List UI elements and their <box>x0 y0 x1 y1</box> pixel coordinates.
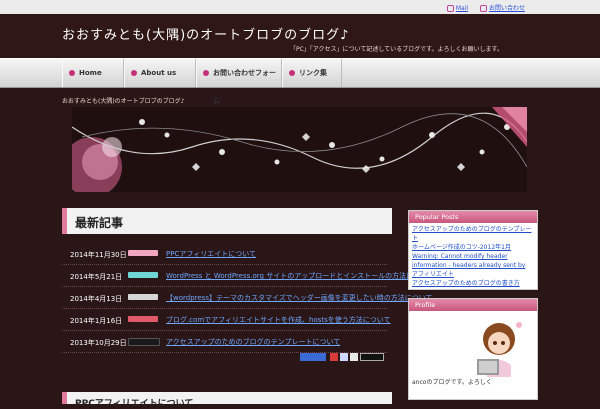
mail-icon <box>446 5 454 12</box>
post-thumbnail <box>128 338 160 346</box>
popular-post-link[interactable]: アクセスアップのためのブログのテンプレート <box>412 225 534 243</box>
site-title[interactable]: おおすみとも(大隅)のオートブロブのブログ♪ <box>62 24 349 43</box>
popular-post-link[interactable]: Warning: Cannot modify header <box>412 252 534 261</box>
site-description: 「PC」「アクセス」について記述しているブログです。よろしくお願いします。 <box>290 46 503 53</box>
mail-link[interactable]: Mail <box>446 5 468 12</box>
post-thumbnail <box>128 316 158 322</box>
site-header: おおすみとも(大隅)のオートブロブのブログ♪ 「PC」「アクセス」について記述し… <box>0 14 600 58</box>
nav-contact[interactable]: お問い合わせフォーム <box>196 59 282 105</box>
share-icon[interactable] <box>330 353 338 361</box>
nav-bullet-icon <box>203 70 209 76</box>
post-thumbnail <box>128 294 158 300</box>
breadcrumb: おおすみとも(大隅)のオートブロブのブログ♪ <box>62 98 185 105</box>
contact-link[interactable]: お問い合わせ <box>479 5 525 12</box>
popular-posts-widget: Popular Posts アクセスアップのためのブログのテンプレート ホームペ… <box>408 210 538 290</box>
popular-post-link[interactable]: アクセスアップのためのブログの書き方 <box>412 279 534 288</box>
hatena-bookmark-icon[interactable] <box>300 353 326 361</box>
flower-decoration-icon <box>72 107 527 192</box>
main-nav: Home About us お問い合わせフォーム リンク集 <box>0 58 600 105</box>
profile-widget: Profile ancoのブログです。よろしく <box>408 298 538 400</box>
post-thumbnail <box>128 272 158 278</box>
rss-icon[interactable] <box>350 353 358 361</box>
nav-about[interactable]: About us <box>124 59 196 87</box>
post-row[interactable]: 2014年5月21日 WordPress と WordPress.org サイト… <box>62 265 434 287</box>
top-bar: Mail お問い合わせ <box>0 0 600 15</box>
popular-post-link[interactable]: information - headers already sent by <box>412 261 534 270</box>
nav-links[interactable]: リンク集 <box>282 59 342 87</box>
post-thumbnail <box>128 250 158 256</box>
post-row[interactable]: 2014年11月30日 PPCアフィリエイトについて <box>62 243 387 265</box>
widget-title: Profile <box>409 299 537 311</box>
post-row[interactable]: 2014年4月13日 【wordpress】テーマのカスタマイズでヘッダー画像を… <box>62 287 433 309</box>
profile-text: ancoのブログです。よろしく <box>412 379 492 386</box>
post-row[interactable]: 2014年1月16日 ブログ.comでアフィリエイトサイトを作成、hostsを使… <box>62 309 391 331</box>
bookmark-icon[interactable] <box>340 353 348 361</box>
nav-bullet-icon <box>69 70 75 76</box>
contact-icon <box>479 5 487 12</box>
main-heading: 最新記事 <box>62 208 392 234</box>
post-row[interactable]: 2013年10月29日 アクセスアップのためのブログのテンプレートについて <box>62 331 387 353</box>
widget-title: Popular Posts <box>409 211 537 223</box>
nav-bullet-icon <box>131 70 137 76</box>
top-links: Mail お問い合わせ <box>437 3 525 12</box>
post-heading: PPCアフィリエイトについて <box>62 392 392 409</box>
nav-bullet-icon <box>289 70 295 76</box>
popular-post-link[interactable]: アフィリエイト <box>412 270 534 279</box>
counter-badge <box>360 353 384 361</box>
nav-home[interactable]: Home <box>62 59 124 87</box>
popular-post-link[interactable]: ホームページ作成のコツ-2012年1月 <box>412 243 534 252</box>
header-banner-image <box>72 107 527 192</box>
avatar <box>477 322 522 377</box>
